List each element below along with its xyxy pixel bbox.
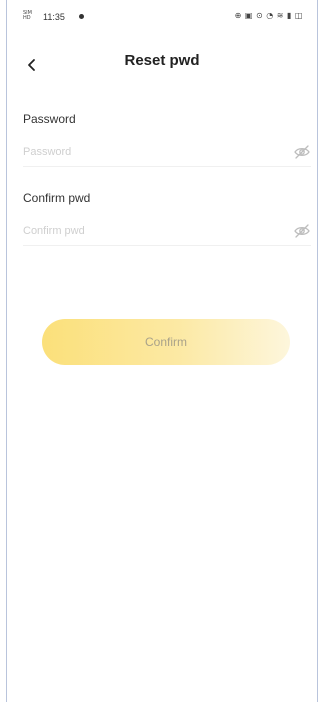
message-notification-icon: [79, 14, 84, 19]
confirm-button[interactable]: Confirm: [42, 319, 290, 365]
confirm-password-label: Confirm pwd: [23, 191, 91, 205]
status-icons: ⊕ ▣ ⊙ ◔ ≋ ▮ ◫: [234, 11, 303, 20]
app-screen: SIM HD 11:35 ⊕ ▣ ⊙ ◔ ≋ ▮ ◫ Reset pwd Pas…: [6, 0, 318, 702]
status-bar: SIM HD 11:35 ⊕ ▣ ⊙ ◔ ≋ ▮ ◫: [7, 0, 317, 34]
password-row: [23, 140, 311, 167]
eye-off-icon[interactable]: [293, 222, 311, 240]
password-label: Password: [23, 112, 76, 126]
status-time: 11:35: [43, 12, 65, 22]
confirm-password-input[interactable]: [23, 219, 273, 243]
confirm-password-row: [23, 219, 311, 246]
eye-off-icon[interactable]: [293, 143, 311, 161]
page-title: Reset pwd: [124, 52, 200, 69]
carrier-label: SIM HD: [23, 10, 32, 21]
password-input[interactable]: [23, 140, 273, 164]
nav-bar: Reset pwd: [7, 48, 317, 78]
